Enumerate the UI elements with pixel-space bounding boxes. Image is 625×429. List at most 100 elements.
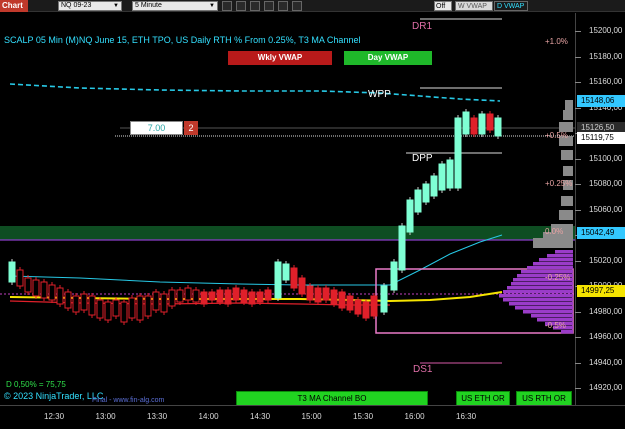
- candle-body: [232, 287, 240, 301]
- candle-body: [48, 284, 56, 301]
- candle-body: [274, 261, 282, 299]
- pct-label: +0.25%: [545, 179, 573, 188]
- indicators-icon[interactable]: [278, 1, 288, 11]
- time-tick-label: 15:30: [353, 412, 374, 421]
- price-tick-label: 14940,00: [589, 357, 623, 367]
- chart-tab[interactable]: Chart: [0, 0, 28, 12]
- pct-label: 0.0%: [545, 227, 564, 236]
- candle-body: [414, 189, 422, 213]
- volume-profile-bar: [527, 266, 573, 270]
- ds1-label: DS1: [413, 364, 433, 375]
- candle-body: [104, 301, 112, 321]
- drawing-tools-icon[interactable]: [292, 1, 302, 11]
- candle-body: [398, 225, 406, 271]
- volume-profile-bar: [533, 262, 573, 266]
- zoom-icon[interactable]: [250, 1, 260, 11]
- price-tick-mark: [575, 362, 581, 364]
- volume-profile-bar: [547, 254, 573, 258]
- price-tick-label: 15160,00: [589, 77, 623, 86]
- price-tick-label: 14980,00: [589, 306, 623, 316]
- price-badge: 15042,49: [577, 227, 625, 239]
- candle-body: [478, 113, 486, 135]
- candle-body: [120, 301, 128, 323]
- d-vwap-button[interactable]: D VWAP: [494, 1, 528, 11]
- volume-profile-bar: [561, 196, 573, 206]
- crosshair-icon[interactable]: [236, 1, 246, 11]
- volume-profile-bar: [533, 238, 573, 248]
- candle-body: [322, 287, 330, 301]
- candle-body: [64, 291, 72, 309]
- volume-profile-bar: [539, 258, 573, 262]
- time-tick-label: 16:00: [404, 412, 425, 421]
- price-chart[interactable]: SCALP 05 Min (M)NQ June 15, ETH TPO, US …: [0, 13, 575, 405]
- daily-vwap-button[interactable]: Day VWAP: [344, 51, 432, 65]
- candle-body: [16, 269, 24, 287]
- interval-label: 5 Minute: [135, 2, 162, 9]
- candle-body: [200, 291, 208, 305]
- candle-body: [362, 301, 370, 319]
- time-tick-label: 12:30: [44, 412, 65, 421]
- candle-body: [330, 289, 338, 305]
- price-tick-label: 14960,00: [589, 332, 623, 341]
- candle-body: [152, 291, 160, 311]
- stat-label: D 0,50% = 75,75: [6, 380, 66, 389]
- time-tick-label: 16:30: [456, 412, 477, 421]
- w-vwap-button[interactable]: W VWAP: [455, 1, 493, 11]
- candle-body: [446, 159, 454, 189]
- dpp-label: DPP: [412, 153, 433, 164]
- volume-profile-bar: [565, 100, 573, 110]
- weekly-vwap-button[interactable]: Wkly VWAP: [228, 51, 332, 65]
- price-tick-mark: [575, 209, 581, 211]
- price-tick-label: 15020,00: [589, 255, 623, 265]
- time-tick-label: 13:00: [95, 412, 116, 421]
- candle-body: [264, 289, 272, 301]
- interval-selector[interactable]: 5 Minute ▼: [132, 1, 218, 11]
- candle-body: [144, 295, 152, 317]
- watermark: Final - www.fin-alg.com: [92, 397, 165, 404]
- bar-type-icon[interactable]: [222, 1, 232, 11]
- candle-body: [298, 277, 306, 295]
- candle-body: [72, 295, 80, 313]
- candle-body: [112, 299, 120, 317]
- candle-body: [354, 299, 362, 315]
- candle-body: [240, 289, 248, 303]
- candle-body: [290, 267, 298, 289]
- candle-body: [314, 287, 322, 303]
- price-tick-mark: [575, 260, 581, 262]
- candle-body: [346, 295, 354, 311]
- candle-body: [80, 293, 88, 311]
- instrument-selector[interactable]: NQ 09-23 ▼: [58, 1, 122, 11]
- off-selector[interactable]: Off: [434, 1, 452, 11]
- price-badge: 15148,06: [577, 95, 625, 107]
- t3-ma-channel-bo-button[interactable]: T3 MA Channel BO: [236, 391, 428, 405]
- value-input[interactable]: 7.00: [130, 121, 183, 135]
- candle-body: [136, 295, 144, 321]
- candle-body: [216, 289, 224, 303]
- candle-body: [470, 117, 478, 135]
- properties-icon[interactable]: [264, 1, 274, 11]
- volume-profile-bar: [559, 210, 573, 220]
- chart-title: SCALP 05 Min (M)NQ June 15, ETH TPO, US …: [4, 35, 361, 45]
- volume-profile-bar: [507, 286, 573, 290]
- instrument-label: NQ 09-23: [61, 2, 92, 9]
- candle-body: [390, 261, 398, 291]
- pct-label: -0.25%: [545, 273, 571, 282]
- price-badge: 15119,75: [577, 132, 625, 144]
- price-tick-label: 15200,00: [589, 26, 623, 35]
- us-eth-or-button[interactable]: US ETH OR: [456, 391, 510, 405]
- candle-body: [8, 261, 16, 283]
- value-badge[interactable]: 2: [184, 121, 198, 135]
- candle-body: [406, 199, 414, 233]
- us-rth-or-button[interactable]: US RTH OR: [516, 391, 572, 405]
- candle-body: [462, 111, 470, 135]
- chart-toolbar: Chart NQ 09-23 ▼ 5 Minute ▼ Off W VWAP D…: [0, 0, 625, 12]
- candle-body: [40, 281, 48, 299]
- daily-vwap-line: [9, 234, 503, 286]
- volume-profile-bar: [509, 302, 573, 306]
- pct-label: +1.0%: [545, 37, 568, 46]
- candle-body: [224, 289, 232, 305]
- volume-profile-bar: [561, 150, 573, 160]
- candle-body: [176, 289, 184, 303]
- price-tick-mark: [575, 158, 581, 160]
- price-tick-mark: [575, 184, 581, 185]
